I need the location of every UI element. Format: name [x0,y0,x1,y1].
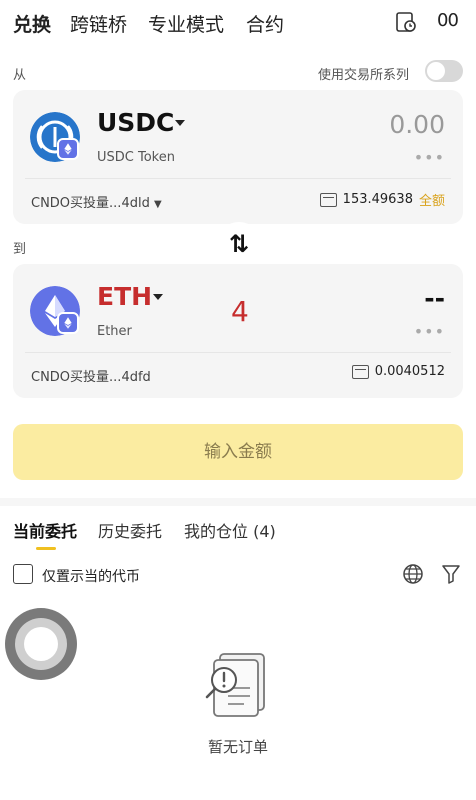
empty-orders-icon [205,653,265,717]
order-history-icon[interactable] [395,11,417,33]
section-separator [0,498,476,506]
exchange-series-toggle[interactable] [425,60,463,82]
tab-contract[interactable]: 合约 [246,10,284,37]
empty-orders-text: 暂无订单 [207,738,268,756]
to-account-label[interactable]: CNDO买投量...4dfd [31,366,151,385]
wallet-icon [319,192,337,207]
current-token-only-checkbox[interactable] [13,564,33,584]
to-balance: 0.0040512 [351,364,445,379]
swap-direction-button[interactable]: ⇅ [217,222,261,266]
floating-button-core [24,627,58,661]
tab-order-history[interactable]: 历史委托 [98,518,162,542]
globe-icon[interactable] [402,563,424,585]
card-divider [25,178,451,179]
top-nav: 兑换 跨链桥 专业模式 合约 00 [0,0,476,46]
floating-assistive-button[interactable] [5,608,77,680]
from-token-name: USDC Token [97,150,175,165]
filter-icon[interactable] [442,564,460,584]
to-balance-value: 0.0040512 [374,364,445,379]
tab-swap[interactable]: 兑换 [13,10,51,37]
tab-my-positions[interactable]: 我的仓位 (4) [184,518,276,542]
to-token-caret-icon[interactable] [153,294,163,300]
max-amount-button[interactable]: 全额 [419,190,445,209]
from-label: 从 [13,68,27,83]
card-divider [25,352,451,353]
tab-current-orders[interactable]: 当前委托 [13,518,77,542]
annotation-number: 4 [231,295,249,328]
from-token-caret-icon[interactable] [175,120,185,126]
to-amount-output: -- [424,284,445,313]
to-token-name: Ether [97,324,132,339]
ethereum-network-badge-icon [57,312,79,334]
exchange-series-label: 使用交易所系列 [318,68,410,83]
from-token-card: USDC USDC Token 0.00 ••• CNDO买投量...4dld … [13,90,463,224]
from-account-selector[interactable]: CNDO买投量...4dld ▼ [31,192,162,211]
from-balance-value: 153.49638 [342,192,413,207]
to-token-card: ETH Ether -- ••• CNDO买投量...4dfd 0.004051… [13,264,463,398]
active-tab-indicator [36,547,56,550]
toggle-knob [427,62,445,80]
from-balance: 153.49638 全额 [319,190,445,209]
to-label: 到 [13,242,27,257]
from-account-label: CNDO买投量...4dld [31,196,150,211]
from-amount-input[interactable]: 0.00 [389,110,445,139]
enter-amount-button[interactable]: 输入金额 [13,424,463,480]
tab-pro-mode[interactable]: 专业模式 [148,10,224,37]
from-token-symbol[interactable]: USDC [97,108,174,137]
from-more-dots-icon[interactable]: ••• [414,148,445,167]
tab-bridge[interactable]: 跨链桥 [70,10,127,37]
ethereum-network-badge-icon [57,138,79,160]
to-token-symbol[interactable]: ETH [97,282,152,311]
current-token-only-label: 仅置示当的代币 [42,569,140,585]
to-more-dots-icon[interactable]: ••• [414,322,445,341]
more-menu-button[interactable]: 00 [437,10,459,31]
account-caret-icon: ▼ [153,199,162,210]
wallet-icon [351,364,369,379]
